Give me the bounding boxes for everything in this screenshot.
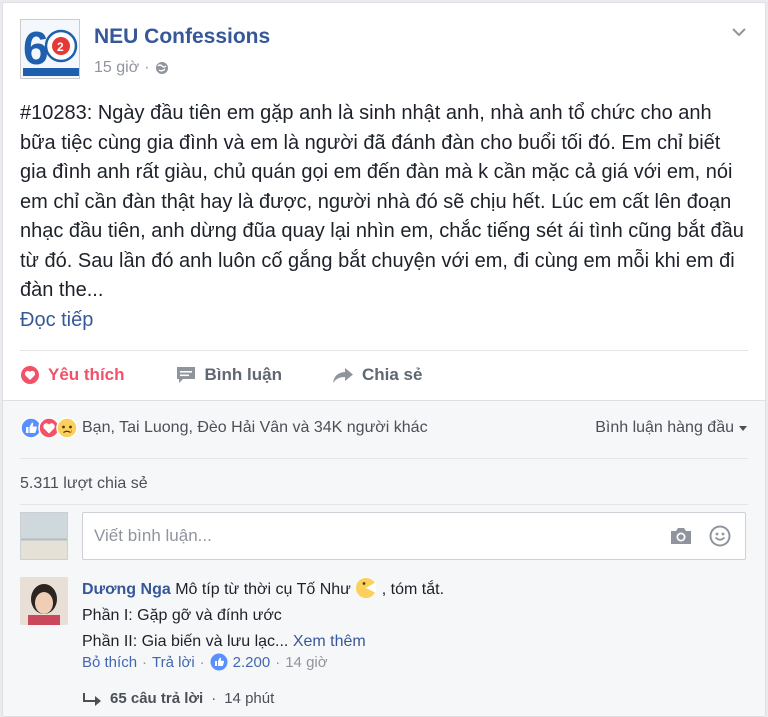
comment-input[interactable]: Viết bình luận... bbox=[82, 512, 746, 560]
caret-down-icon bbox=[739, 426, 747, 431]
neu-logo-icon: 6 2 bbox=[21, 20, 79, 78]
comment-placeholder: Viết bình luận... bbox=[94, 526, 212, 545]
post-header: 6 2 NEU Confessions 15 giờ · bbox=[20, 19, 748, 85]
comment-line-1: Dương Nga Mô típ từ thời cụ Tố Như , tóm… bbox=[82, 577, 742, 603]
svg-text:6: 6 bbox=[23, 22, 49, 74]
comment-meta: Bỏ thích · Trả lời · 2.200 · 14 giờ bbox=[82, 653, 328, 671]
comment-text-1: Mô típ từ thời cụ Tố Như bbox=[175, 581, 351, 598]
meta-sep: · bbox=[275, 653, 281, 671]
comment-time[interactable]: 14 giờ bbox=[285, 654, 327, 671]
action-bar: Yêu thích Bình luận Chia sẻ bbox=[20, 359, 472, 391]
reply-link[interactable]: Trả lời bbox=[152, 654, 195, 671]
share-arrow-icon bbox=[332, 368, 353, 383]
unlike-link[interactable]: Bỏ thích bbox=[82, 654, 137, 671]
like-count-icon bbox=[210, 653, 228, 671]
divider bbox=[20, 504, 748, 505]
commenter-photo bbox=[20, 577, 68, 625]
comment-button-label: Bình luận bbox=[204, 365, 282, 384]
globe-icon bbox=[155, 62, 168, 74]
page-name-link[interactable]: NEU Confessions bbox=[94, 25, 270, 49]
meta-sep: · bbox=[199, 653, 205, 671]
emoji-icon[interactable] bbox=[709, 525, 731, 547]
current-user-avatar bbox=[20, 512, 68, 560]
comment-button[interactable]: Bình luận bbox=[175, 365, 282, 385]
comment-sort-dropdown[interactable]: Bình luận hàng đầu bbox=[595, 419, 748, 437]
comments-section: Bạn, Tai Luong, Đèo Hải Vân và 34K người… bbox=[3, 400, 765, 716]
divider bbox=[20, 458, 748, 459]
reaction-icons bbox=[20, 417, 78, 439]
page-avatar[interactable]: 6 2 bbox=[20, 19, 80, 79]
pacman-emoticon-icon bbox=[356, 578, 377, 598]
comment-likes-count[interactable]: 2.200 bbox=[233, 654, 271, 671]
read-more-link[interactable]: Đọc tiếp bbox=[20, 306, 750, 336]
sad-icon bbox=[56, 417, 78, 439]
comment-text-1-end: , tóm tắt. bbox=[381, 581, 445, 598]
heart-icon bbox=[21, 366, 39, 384]
post-time[interactable]: 15 giờ bbox=[94, 59, 139, 77]
post-meta: 15 giờ · bbox=[94, 59, 169, 77]
meta-separator: · bbox=[144, 59, 150, 76]
post-body: #10283: Ngày đầu tiên em gặp anh là sinh… bbox=[20, 99, 750, 335]
reactions-text: Bạn, Tai Luong, Đèo Hải Vân và 34K người… bbox=[82, 419, 428, 436]
commenter-avatar[interactable] bbox=[20, 577, 68, 625]
share-button-label: Chia sẻ bbox=[361, 365, 423, 384]
post-card: 6 2 NEU Confessions 15 giờ · #10283: Ngà… bbox=[2, 2, 766, 717]
svg-text:2: 2 bbox=[57, 40, 64, 54]
post-text: #10283: Ngày đầu tiên em gặp anh là sinh… bbox=[20, 102, 744, 301]
meta-sep: · bbox=[211, 690, 217, 707]
meta-sep: · bbox=[142, 653, 148, 671]
camera-icon[interactable] bbox=[669, 525, 693, 547]
comment-body: Dương Nga Mô típ từ thời cụ Tố Như , tóm… bbox=[82, 577, 742, 655]
see-more-link[interactable]: Xem thêm bbox=[293, 633, 366, 650]
comment-text-3: Phần II: Gia biến và lưu lạc... bbox=[82, 633, 289, 650]
shares-count-link[interactable]: 5.311 lượt chia sẻ bbox=[20, 475, 148, 493]
replies-count[interactable]: 65 câu trả lời bbox=[110, 690, 203, 707]
replies-link[interactable]: 65 câu trả lời · 14 phút bbox=[82, 690, 274, 707]
like-button-label: Yêu thích bbox=[48, 365, 125, 384]
comment-line-3: Phần II: Gia biến và lưu lạc... Xem thêm bbox=[82, 629, 742, 655]
reply-arrow-icon bbox=[83, 692, 101, 706]
comment-line-2: Phần I: Gặp gỡ và đính ước bbox=[82, 607, 282, 624]
divider bbox=[20, 350, 748, 351]
comment-icon bbox=[176, 367, 195, 383]
share-button[interactable]: Chia sẻ bbox=[332, 365, 422, 385]
comment-author-link[interactable]: Dương Nga bbox=[82, 581, 171, 598]
comment-sort-label: Bình luận hàng đầu bbox=[595, 419, 734, 436]
like-button[interactable]: Yêu thích bbox=[20, 365, 125, 385]
chevron-down-icon[interactable] bbox=[730, 23, 748, 41]
reactions-summary[interactable]: Bạn, Tai Luong, Đèo Hải Vân và 34K người… bbox=[20, 413, 428, 443]
replies-time: 14 phút bbox=[224, 690, 275, 707]
